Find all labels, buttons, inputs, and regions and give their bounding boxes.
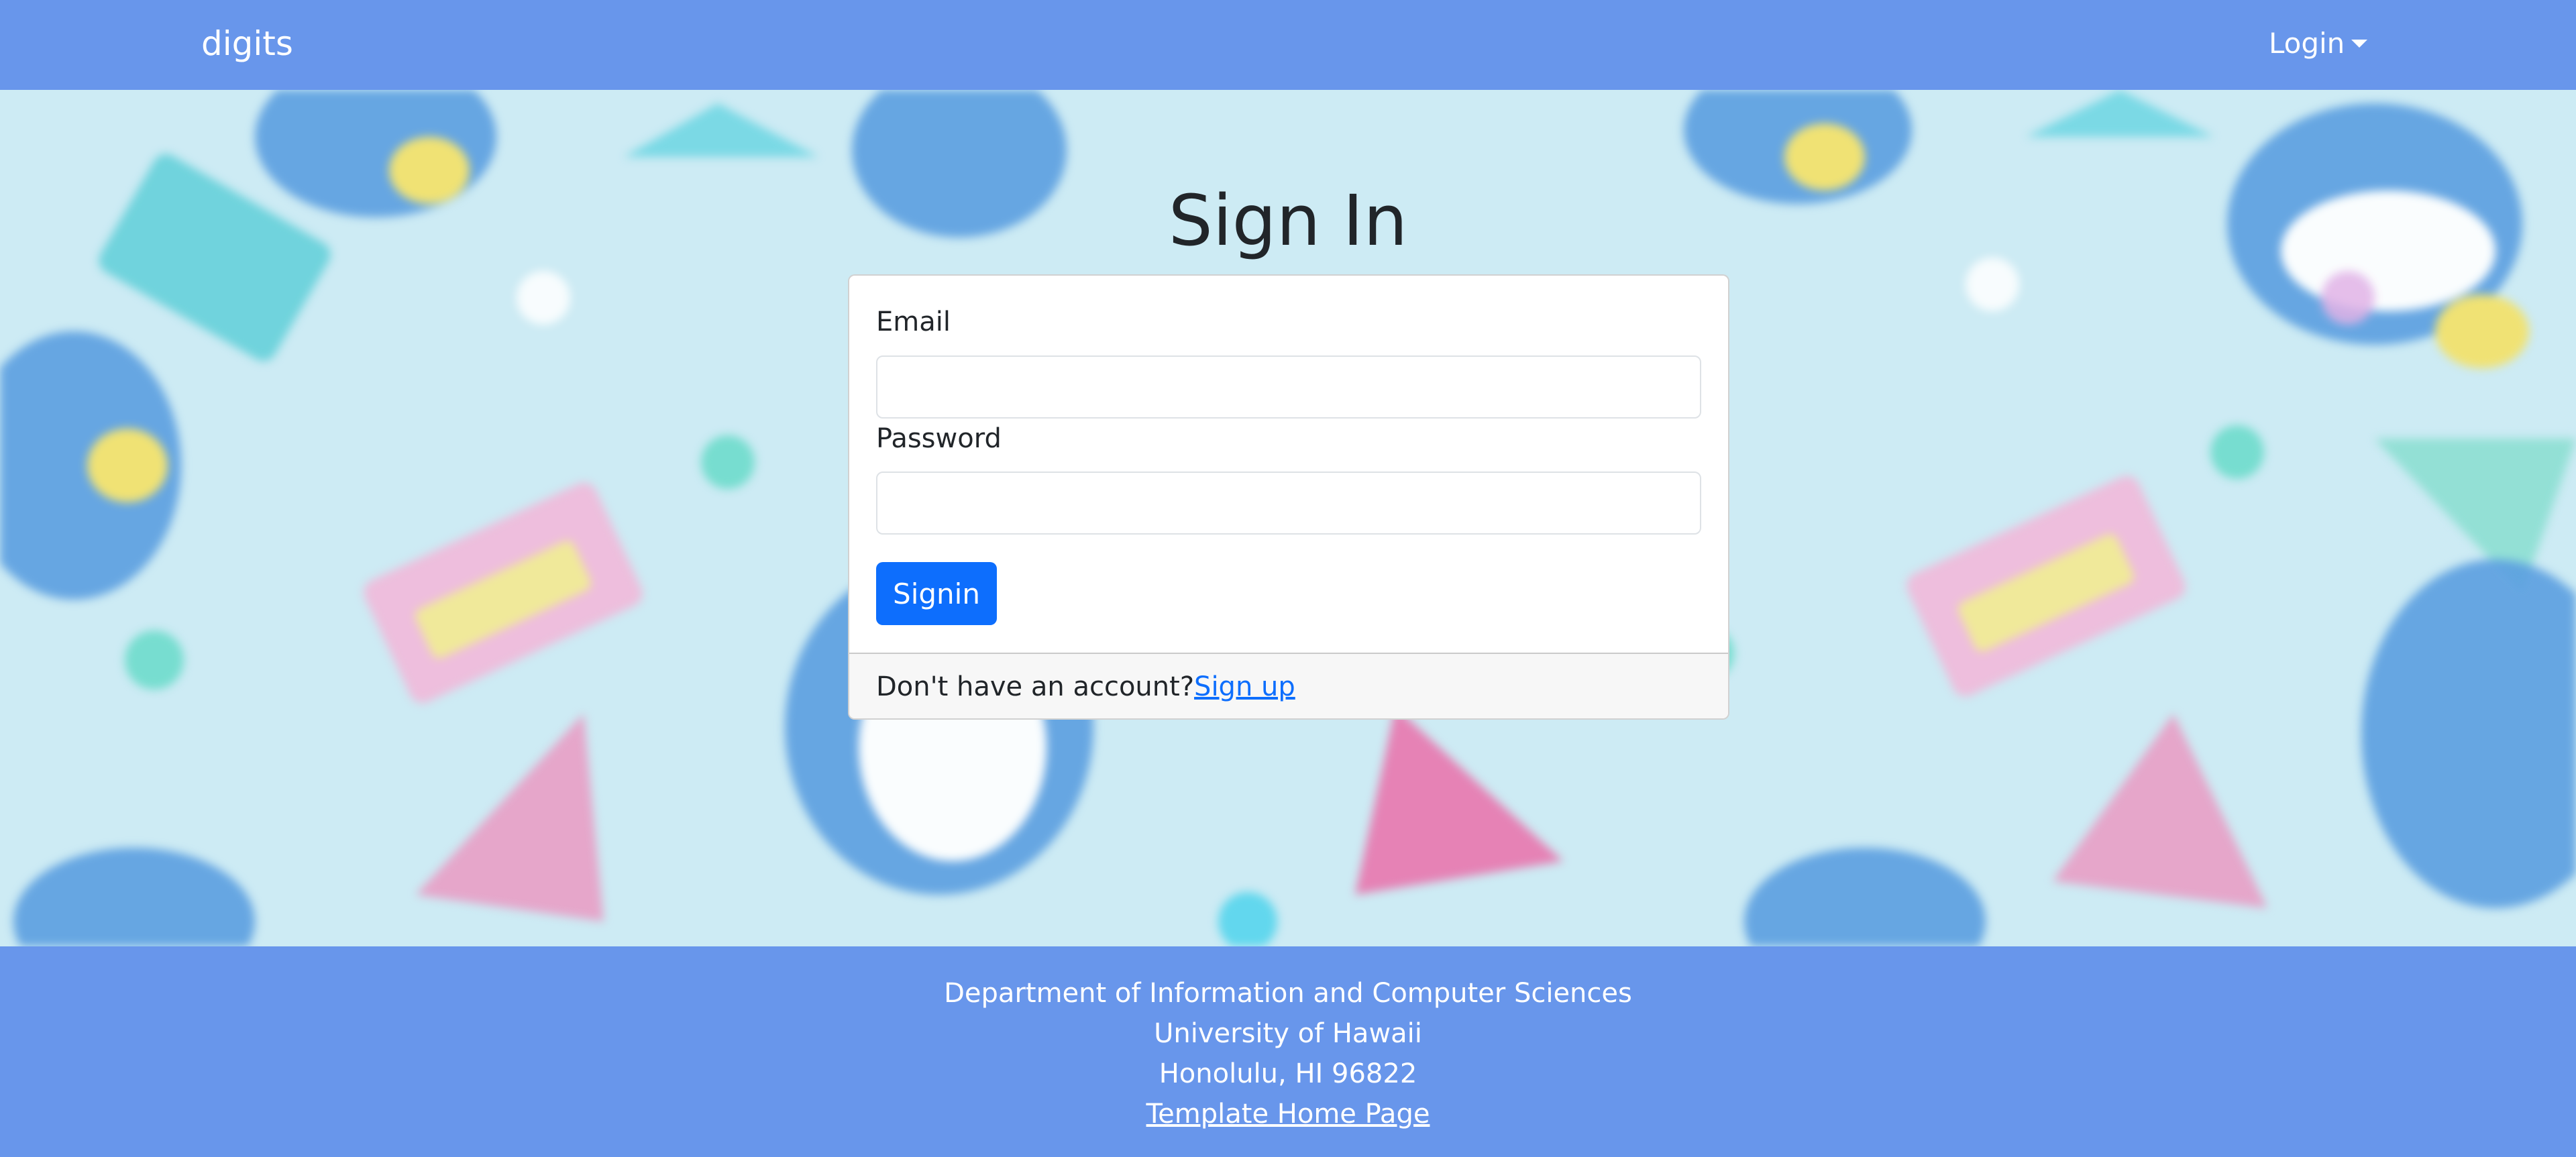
bg-character-beak [87,429,168,502]
bg-triangle [624,103,818,157]
bg-dot [2210,425,2264,479]
bg-dot [701,435,755,489]
footer-department: Department of Information and Computer S… [944,978,1632,1009]
signup-prompt: Don't have an account?Sign up [849,653,1728,718]
bg-dot [2321,271,2375,325]
footer: Department of Information and Computer S… [0,946,2576,1157]
bg-triangle [1355,707,1563,895]
bg-character [13,848,255,946]
bg-character [1744,848,1986,946]
bg-character [2361,559,2576,908]
bg-dot [125,630,184,690]
bg-triangle [2026,90,2214,137]
caret-down-icon [2351,40,2368,48]
footer-link-row: Template Home Page [0,1094,2576,1134]
password-field[interactable] [876,472,1701,535]
email-label: Email [876,307,951,337]
navbar: digits Login [0,0,2576,90]
brand-link[interactable]: digits [201,20,293,67]
login-dropdown-toggle[interactable]: Login [2269,20,2368,67]
signin-button[interactable]: Signin [876,562,997,625]
no-account-text: Don't have an account? [876,671,1195,702]
bg-character-beak [2435,294,2529,368]
signup-link[interactable]: Sign up [1194,671,1295,702]
signin-card: Email Password Signin Don't have an acco… [848,274,1729,720]
footer-address: Honolulu, HI 96822 [1159,1058,1417,1089]
bg-dot [517,271,570,325]
page-background: Sign In Email Password Signin Don't have… [0,90,2576,946]
bg-dot [1966,258,2019,311]
page-title: Sign In [1168,180,1408,262]
template-home-link[interactable]: Template Home Page [1146,1099,1430,1130]
bg-dot [1218,892,1277,946]
bg-triangle [2053,714,2267,908]
login-label: Login [2269,27,2345,60]
footer-university: University of Hawaii [1154,1018,1422,1049]
bg-triangle [416,714,604,922]
password-label: Password [876,423,1002,454]
email-field[interactable] [876,355,1701,419]
